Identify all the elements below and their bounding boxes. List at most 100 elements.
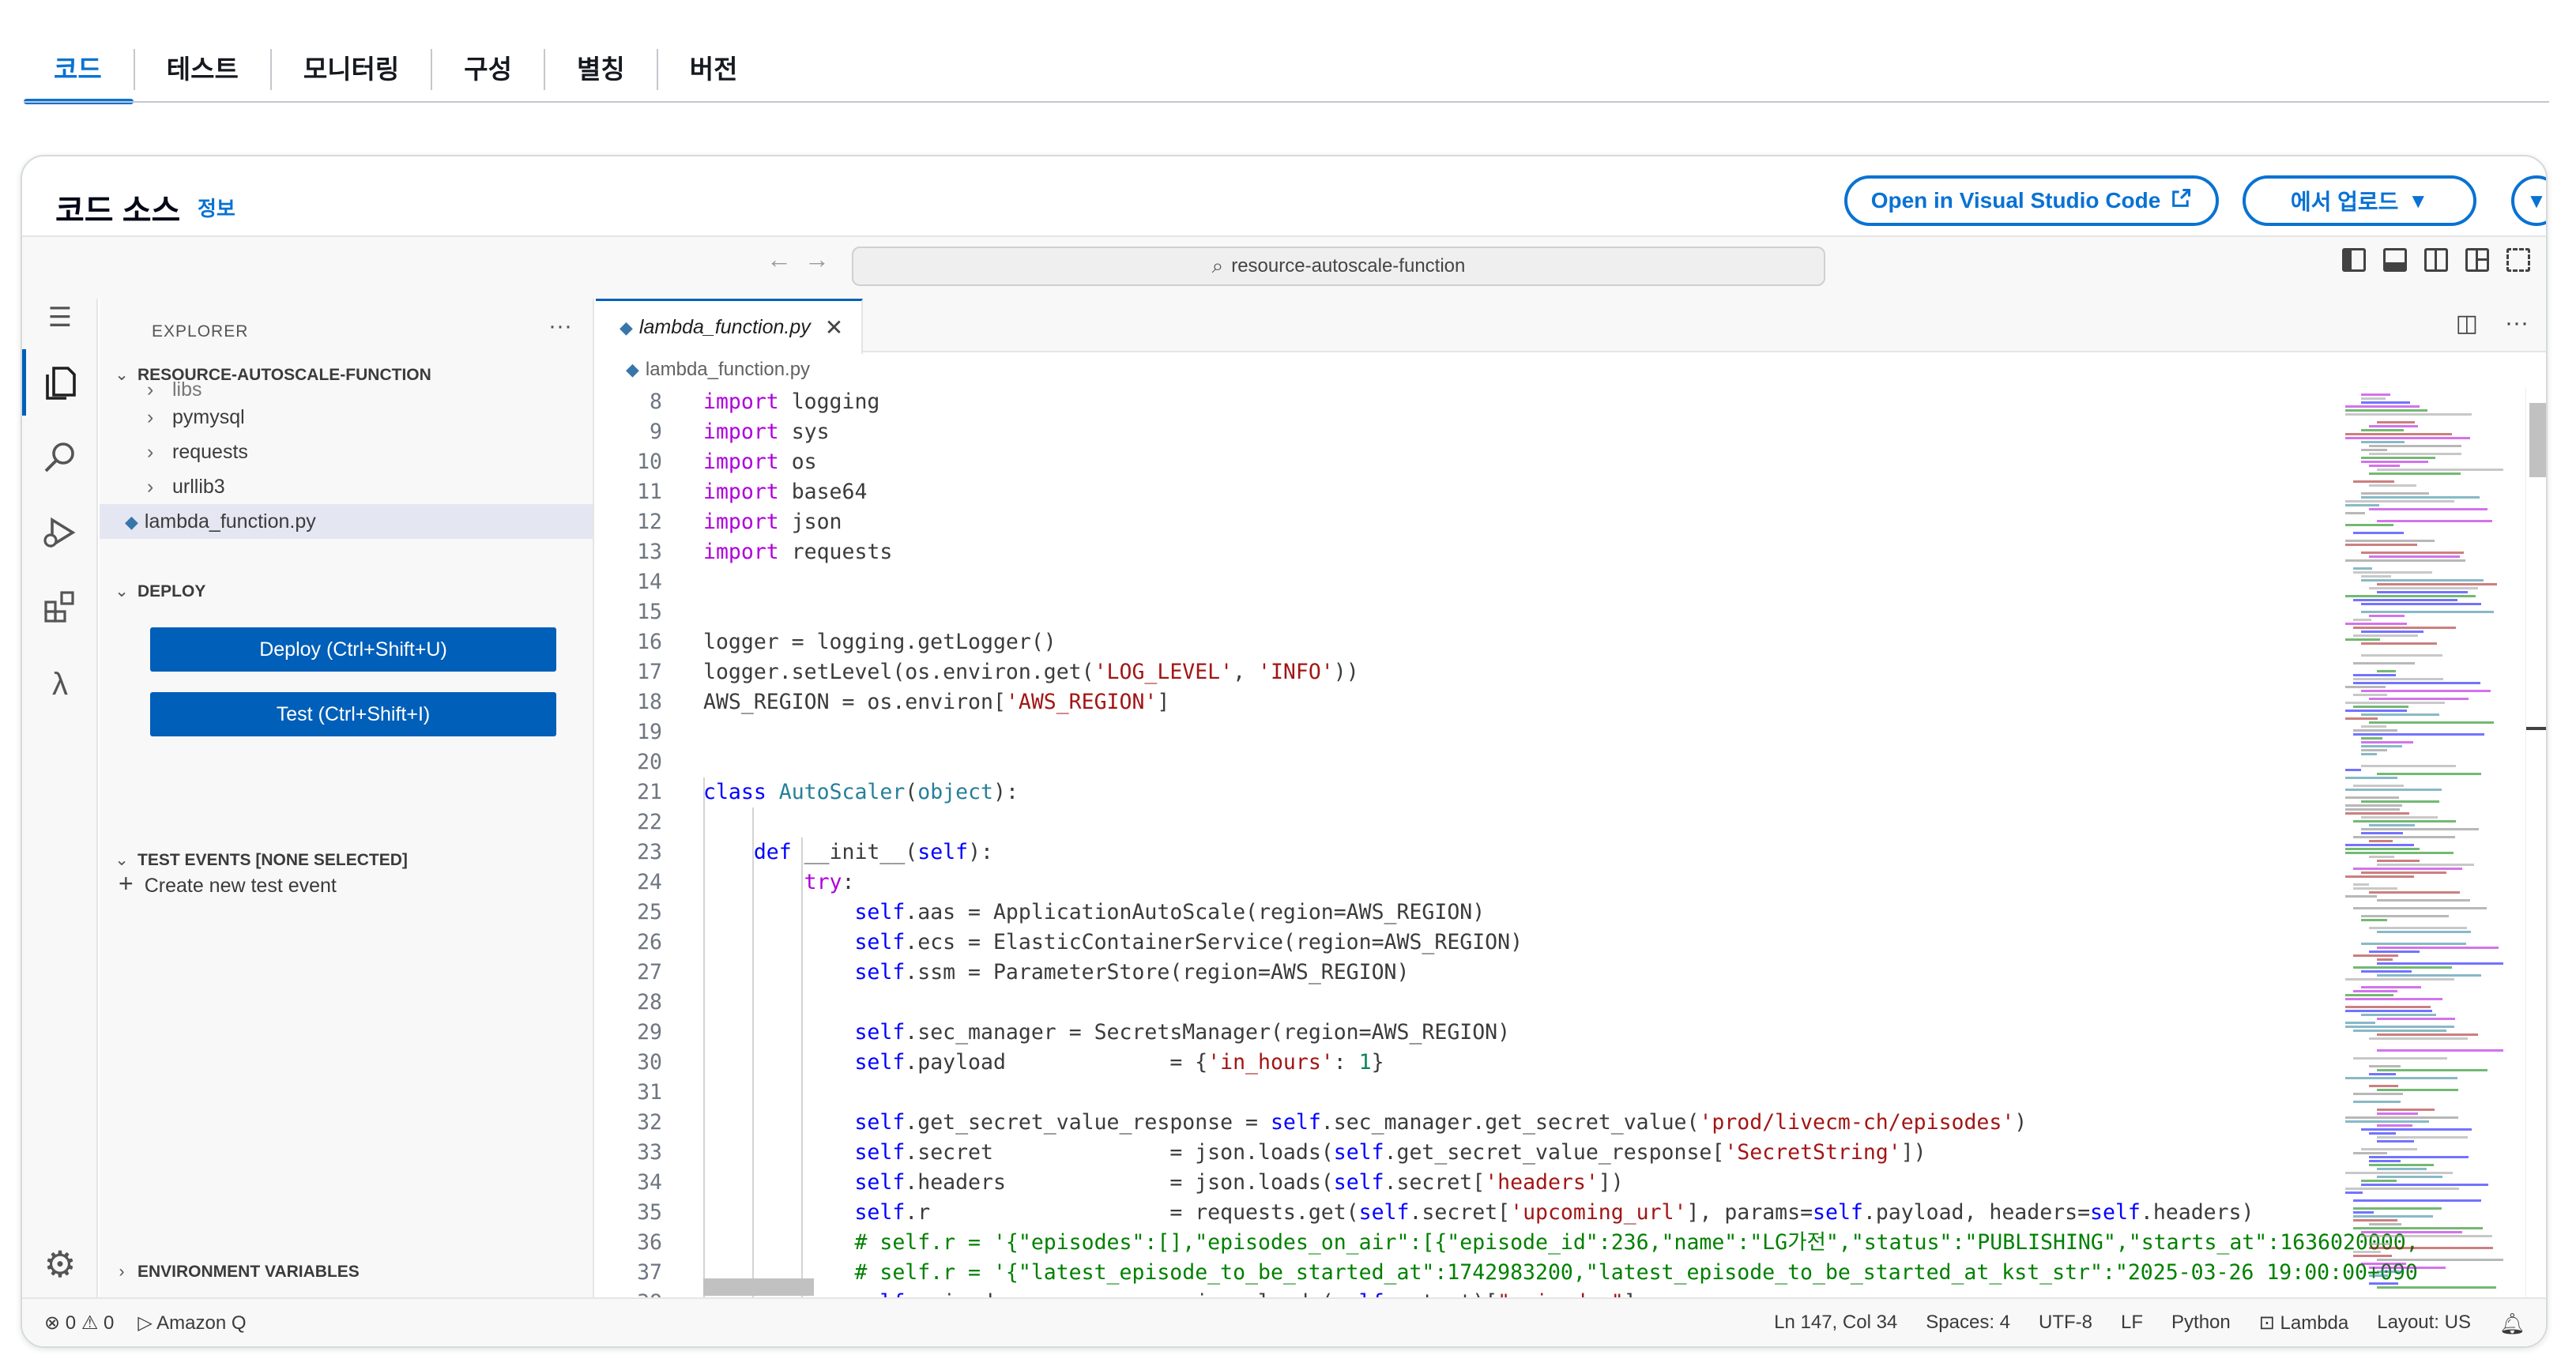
notifications-bell-icon[interactable]: 🔔︎ xyxy=(2499,1312,2525,1336)
menu-icon[interactable]: ☰ xyxy=(40,297,81,338)
minimap-line xyxy=(2353,1227,2483,1229)
minimap-line xyxy=(2361,1231,2462,1233)
line-number: 9 xyxy=(650,420,662,444)
tree-item-pymysql[interactable]: › pymysql xyxy=(100,400,593,435)
tab-monitoring[interactable]: 모니터링 xyxy=(272,36,431,103)
deploy-button[interactable]: Deploy (Ctrl+Shift+U) xyxy=(150,627,556,672)
tab-versions[interactable]: 버전 xyxy=(658,36,770,103)
tree-item-lambda-function[interactable]: ◆ lambda_function.py xyxy=(100,504,593,539)
minimap-line xyxy=(2377,1286,2496,1289)
back-arrow-icon[interactable]: ← xyxy=(766,245,792,274)
info-link[interactable]: 정보 xyxy=(198,193,235,222)
more-actions-icon[interactable]: ··· xyxy=(2505,310,2529,337)
split-editor-icon[interactable]: ◫ xyxy=(2456,310,2478,337)
line-number: 30 xyxy=(637,1050,662,1075)
editor-tab-lambda-function[interactable]: ◆ lambda_function.py ✕ xyxy=(596,299,863,354)
close-icon[interactable]: ✕ xyxy=(825,314,843,341)
toggle-secondary-sidebar-icon[interactable] xyxy=(2424,248,2448,272)
command-center-label: resource-autoscale-function xyxy=(1231,255,1466,277)
minimap-line xyxy=(2353,1152,2387,1154)
line-number: 14 xyxy=(637,570,662,594)
editor-group: ◆ lambda_function.py ✕ ◫ ··· ◆ lambda_fun… xyxy=(596,299,2546,1297)
minimap-line xyxy=(2353,729,2397,732)
play-icon: ▷ xyxy=(137,1312,153,1334)
tree-item-partial[interactable]: › libs xyxy=(100,381,593,398)
chevron-down-icon: ⌄ xyxy=(115,851,129,869)
test-events-header[interactable]: ⌄ TEST EVENTS [NONE SELECTED] xyxy=(106,850,408,870)
line-number: 11 xyxy=(637,480,662,504)
lambda-status[interactable]: ⊡ Lambda xyxy=(2259,1312,2349,1336)
minimap-line xyxy=(2361,1148,2417,1150)
breadcrumb[interactable]: ◆ lambda_function.py xyxy=(626,359,810,381)
forward-arrow-icon[interactable]: → xyxy=(804,245,830,274)
toggle-primary-sidebar-icon[interactable] xyxy=(2342,248,2366,272)
minimap-line xyxy=(2345,1172,2453,1174)
search-icon[interactable] xyxy=(40,438,81,479)
command-center-search[interactable]: ⌕ resource-autoscale-function xyxy=(852,247,1825,286)
minimap-line xyxy=(2345,812,2409,815)
minimap-line xyxy=(2361,461,2428,463)
minimap-line xyxy=(2369,472,2461,475)
minimap-line xyxy=(2353,599,2457,601)
amazon-q-status[interactable]: ▷ Amazon Q xyxy=(137,1312,246,1335)
minimap-line xyxy=(2345,1006,2431,1008)
minimap-line xyxy=(2345,638,2380,641)
line-number: 15 xyxy=(637,600,662,624)
run-and-debug-icon[interactable] xyxy=(40,514,81,555)
cursor-position[interactable]: Ln 147, Col 34 xyxy=(1774,1312,1897,1336)
maximize-icon[interactable] xyxy=(2506,248,2530,272)
upload-from-button[interactable]: 에서 업로드 ▼ xyxy=(2243,175,2476,226)
minimap-line xyxy=(2377,1109,2435,1111)
keyboard-layout[interactable]: Layout: US xyxy=(2377,1312,2471,1336)
minimap-line xyxy=(2369,698,2469,700)
code-text: self.ecs = ElasticContainerService(regio… xyxy=(854,930,1523,954)
language-mode[interactable]: Python xyxy=(2171,1312,2231,1336)
minimap[interactable] xyxy=(2329,387,2508,1297)
minimap-line xyxy=(2345,789,2442,791)
minimap-line xyxy=(2361,749,2387,751)
explorer-icon[interactable] xyxy=(40,362,81,403)
code-text-area[interactable]: 8 import logging 9 import sys 10 import os 11 i… xyxy=(596,387,2546,1297)
lambda-icon: ⊡ xyxy=(2258,1312,2275,1334)
problems-indicator[interactable]: ⊗ 0 ⚠ 0 xyxy=(44,1312,114,1335)
extensions-icon[interactable] xyxy=(40,588,81,629)
line-number: 27 xyxy=(637,960,662,984)
tab-code[interactable]: 코드 xyxy=(24,36,134,104)
scrollbar-thumb[interactable] xyxy=(2529,403,2546,477)
panel-title: 코드 소스 xyxy=(55,194,181,228)
tab-test[interactable]: 테스트 xyxy=(135,36,270,103)
more-actions-button[interactable]: ▼ xyxy=(2511,175,2546,226)
editor-tab-bar: ◆ lambda_function.py ✕ ◫ ··· xyxy=(596,299,2546,354)
deploy-section-header[interactable]: ⌄ DEPLOY xyxy=(106,582,205,601)
tabs-underline-rule xyxy=(24,101,2549,103)
chevron-right-icon: › xyxy=(147,406,154,428)
settings-gear-icon[interactable]: ⚙ xyxy=(40,1244,81,1285)
test-button[interactable]: Test (Ctrl+Shift+I) xyxy=(150,692,556,736)
env-vars-header[interactable]: › ENVIRONMENT VARIABLES xyxy=(106,1263,360,1282)
code-text: import json xyxy=(703,510,842,534)
minimap-line xyxy=(2361,575,2391,578)
toggle-panel-icon[interactable] xyxy=(2383,248,2407,272)
minimap-line xyxy=(2345,852,2454,854)
customize-layout-icon[interactable] xyxy=(2465,248,2489,272)
vertical-scrollbar[interactable] xyxy=(2525,387,2546,1297)
encoding-setting[interactable]: UTF-8 xyxy=(2039,1312,2092,1336)
minimap-line xyxy=(2361,1128,2472,1131)
tab-aliases[interactable]: 별칭 xyxy=(545,36,657,103)
open-in-vscode-button[interactable]: Open in Visual Studio Code xyxy=(1844,175,2219,226)
eol-setting[interactable]: LF xyxy=(2121,1312,2143,1336)
create-test-event-link[interactable]: + Create new test event xyxy=(119,869,337,898)
minimap-line xyxy=(2361,492,2429,495)
minimap-line xyxy=(2377,860,2420,862)
minimap-line xyxy=(2361,943,2466,945)
minimap-line xyxy=(2361,737,2382,740)
minimap-line xyxy=(2353,907,2487,909)
lambda-icon[interactable]: λ xyxy=(40,664,81,705)
tab-configuration[interactable]: 구성 xyxy=(432,36,544,103)
more-options-icon[interactable]: ··· xyxy=(548,313,572,340)
minimap-line xyxy=(2361,642,2437,645)
tree-item-requests[interactable]: › requests xyxy=(100,435,593,469)
indentation-setting[interactable]: Spaces: 4 xyxy=(1926,1312,2010,1336)
minimap-line xyxy=(2345,409,2427,412)
tree-item-urllib3[interactable]: › urllib3 xyxy=(100,469,593,504)
